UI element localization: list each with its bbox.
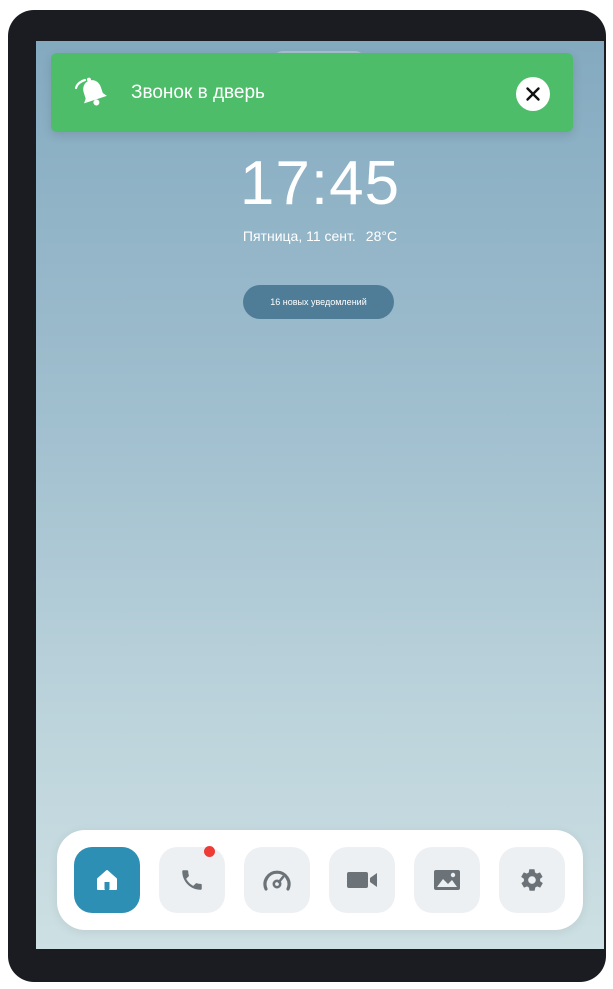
clock-time: 17:45 [239, 149, 401, 218]
device-frame: 17:45 Пятница, 11 сент. 28°C 16 новых уве… [8, 10, 606, 982]
gear-icon [521, 869, 543, 891]
lock-screen: 17:45 Пятница, 11 сент. 28°C 16 новых уве… [36, 41, 604, 949]
dock-dashboard-button[interactable] [244, 847, 310, 913]
temperature-text: 28°C [365, 228, 398, 244]
video-camera-icon [347, 872, 377, 888]
date-text: Пятница, 11 сент. [242, 228, 356, 244]
dock-gallery-button[interactable] [414, 847, 480, 913]
dock-calls-button[interactable] [159, 846, 225, 913]
notification-close-button[interactable] [516, 77, 550, 111]
phone-icon [182, 870, 202, 890]
dock-settings-button[interactable] [499, 847, 565, 913]
dock-video-button[interactable] [329, 847, 395, 913]
doorbell-notification[interactable]: Звонок в дверь [51, 53, 573, 132]
missed-call-badge [204, 846, 215, 857]
bell-icon [74, 77, 107, 106]
close-icon [526, 87, 540, 101]
gauge-icon [263, 870, 291, 891]
home-icon [97, 870, 117, 890]
notifications-count-button[interactable]: 16 новых уведомлений [243, 285, 394, 319]
date-weather: Пятница, 11 сент. 28°C [36, 228, 604, 244]
image-icon [434, 870, 460, 890]
dock-home-button[interactable] [74, 847, 140, 913]
notification-text: Звонок в дверь [131, 82, 265, 103]
bottom-dock [57, 830, 583, 930]
